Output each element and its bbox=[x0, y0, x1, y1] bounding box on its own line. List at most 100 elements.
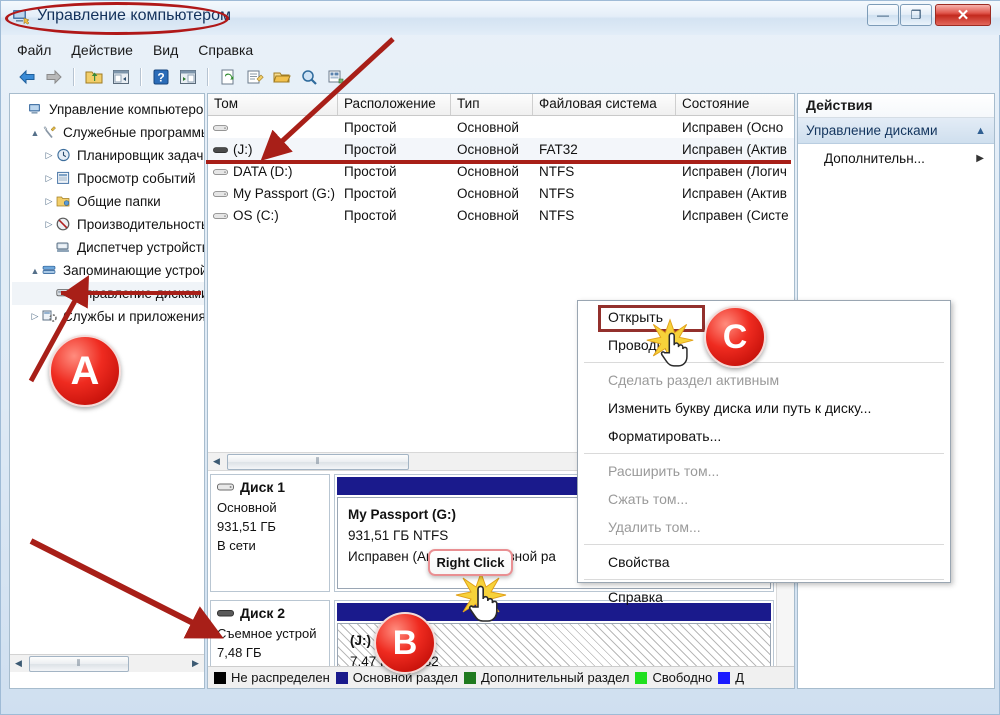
maximize-button[interactable]: ❐ bbox=[900, 4, 932, 26]
help-icon[interactable]: ? bbox=[149, 65, 173, 89]
volume-icon bbox=[213, 210, 230, 221]
show-hide-tree-icon[interactable] bbox=[109, 65, 133, 89]
actions-group-disk-management[interactable]: Управление дисками ▲ bbox=[798, 118, 994, 144]
disk-1-title: Диск 1 bbox=[240, 479, 286, 495]
volume-status-cell: Исправен (Актив bbox=[682, 141, 787, 157]
tree-item-8[interactable]: Управление дисками bbox=[12, 282, 204, 305]
ctx-shrink: Сжать том... bbox=[608, 491, 689, 507]
ctx-properties[interactable]: Свойства bbox=[578, 548, 950, 576]
tree-item-3[interactable]: ▷ Просмотр событий bbox=[12, 167, 204, 190]
window-title: Управление компьютером bbox=[37, 7, 231, 24]
expand-triangle-icon[interactable]: ▷ bbox=[42, 173, 56, 184]
computer-icon bbox=[28, 102, 46, 118]
scroll-left-icon[interactable]: ◀ bbox=[10, 655, 27, 672]
volume-name-label: My Passport (G:) bbox=[233, 185, 336, 201]
removable-disk-icon bbox=[217, 609, 234, 616]
volume-icon bbox=[213, 122, 230, 133]
close-button[interactable]: ✕ bbox=[935, 4, 991, 26]
tools-icon bbox=[42, 125, 60, 141]
right-click-callout: Right Click bbox=[428, 549, 513, 576]
up-folder-icon[interactable] bbox=[82, 65, 106, 89]
partition-legend: Не распределен Основной раздел Дополнитель… bbox=[208, 666, 794, 688]
event-viewer-icon bbox=[56, 171, 74, 187]
tree-item-2[interactable]: ▷ Планировщик задач bbox=[12, 144, 204, 167]
back-icon[interactable] bbox=[15, 65, 39, 89]
volume-column-header-0[interactable]: Том bbox=[208, 94, 338, 115]
volume-fs-cell: NTFS bbox=[539, 207, 575, 223]
tree-item-1[interactable]: ▲ Служебные программы bbox=[12, 121, 204, 144]
volume-status-cell: Исправен (Актив bbox=[682, 185, 787, 201]
volume-column-header-4[interactable]: Состояние bbox=[676, 94, 794, 115]
volume-list-header: Том Расположение Тип Файловая система Состоя… bbox=[208, 94, 794, 116]
scroll-left-icon[interactable]: ◀ bbox=[208, 453, 225, 470]
legend-label: Дополнительный раздел bbox=[480, 670, 630, 685]
tree-item-0[interactable]: Управление компьютером bbox=[12, 98, 204, 121]
expand-triangle-icon[interactable]: ▷ bbox=[42, 219, 56, 230]
legend-label: Д bbox=[735, 670, 745, 685]
ctx-help[interactable]: Справка bbox=[578, 583, 950, 611]
annotation-badge-b: B bbox=[374, 612, 436, 674]
context-menu-separator bbox=[584, 544, 944, 545]
legend-item-4: Д bbox=[718, 670, 744, 685]
volume-name-cell: DATA (D:) bbox=[208, 164, 338, 179]
volume-row-1[interactable]: (J:) Простой Основной FAT32 Исправен (Актив bbox=[208, 138, 794, 160]
minimize-button[interactable]: — bbox=[867, 4, 899, 26]
volume-scroll-thumb[interactable]: ⦀ bbox=[227, 453, 409, 470]
svg-text:?: ? bbox=[157, 71, 164, 85]
legend-swatch bbox=[335, 671, 348, 684]
tree-scroll-thumb[interactable]: ⦀ bbox=[29, 655, 129, 672]
menu-file[interactable]: Файл bbox=[17, 42, 51, 58]
tree-item-5[interactable]: ▷ Производительность bbox=[12, 213, 204, 236]
volume-column-header-1[interactable]: Расположение bbox=[338, 94, 451, 115]
expand-triangle-icon[interactable]: ▷ bbox=[28, 311, 42, 322]
open-folder-icon[interactable] bbox=[270, 65, 294, 89]
expand-triangle-icon[interactable]: ▷ bbox=[42, 196, 56, 207]
hard-disk-icon bbox=[217, 483, 234, 490]
volume-row-3[interactable]: My Passport (G:) Простой Основной NTFS Испра… bbox=[208, 182, 794, 204]
tree-item-6[interactable]: Диспетчер устройств bbox=[12, 236, 205, 259]
legend-swatch bbox=[718, 671, 731, 684]
menu-action[interactable]: Действие bbox=[71, 42, 133, 58]
tree-item-4[interactable]: ▷ Общие папки bbox=[12, 190, 204, 213]
tree-item-label: Запоминающие устройства bbox=[63, 263, 204, 278]
toolbar-separator bbox=[207, 68, 209, 86]
disk-1-info[interactable]: Диск 1 Основной 931,51 ГБ В сети bbox=[210, 474, 330, 592]
refresh-icon[interactable] bbox=[216, 65, 240, 89]
show-action-pane-icon[interactable] bbox=[176, 65, 200, 89]
tree-item-7[interactable]: ▲ Запоминающие устройства bbox=[12, 259, 204, 282]
volume-row-0[interactable]: Простой Основной Исправен (Осно bbox=[208, 116, 794, 138]
volume-row-2[interactable]: DATA (D:) Простой Основной NTFS Исправен (Ло… bbox=[208, 160, 794, 182]
volume-layout-cell: Простой bbox=[344, 163, 397, 179]
tree-item-label: Диспетчер устройств bbox=[77, 240, 205, 255]
volume-column-header-2[interactable]: Тип bbox=[451, 94, 533, 115]
disk-2-line-2: 7,48 ГБ bbox=[217, 645, 262, 660]
collapse-triangle-icon[interactable]: ▲ bbox=[28, 266, 42, 276]
maximize-icon: ❐ bbox=[910, 8, 922, 22]
volume-status-cell: Исправен (Осно bbox=[682, 119, 784, 135]
volume-row-4[interactable]: OS (C:) Простой Основной NTFS Исправен (Сист… bbox=[208, 204, 794, 226]
tree-item-label: Службы и приложения bbox=[63, 309, 205, 324]
tree-scroll-track[interactable]: ⦀ bbox=[27, 655, 187, 673]
legend-item-0: Не распределен bbox=[214, 670, 330, 685]
export-list-icon[interactable] bbox=[324, 65, 348, 89]
tree-item-9[interactable]: ▷ Службы и приложения bbox=[12, 305, 205, 328]
tree-horizontal-scrollbar[interactable]: ◀ ⦀ ▶ bbox=[10, 654, 204, 672]
volume-column-header-3[interactable]: Файловая система bbox=[533, 94, 676, 115]
actions-item-more[interactable]: Дополнительн... ▶ bbox=[798, 144, 994, 172]
context-menu-separator bbox=[584, 362, 944, 363]
minimize-icon: — bbox=[877, 8, 889, 22]
search-icon[interactable] bbox=[297, 65, 321, 89]
legend-item-3: Свободно bbox=[635, 670, 712, 685]
properties-icon[interactable] bbox=[243, 65, 267, 89]
scroll-right-icon[interactable]: ▶ bbox=[187, 655, 204, 672]
menu-view[interactable]: Вид bbox=[153, 42, 178, 58]
ctx-format[interactable]: Форматировать... bbox=[578, 422, 950, 450]
menu-help[interactable]: Справка bbox=[198, 42, 253, 58]
chevron-right-icon[interactable]: ▶ bbox=[976, 153, 984, 164]
forward-icon[interactable] bbox=[42, 65, 66, 89]
chevron-up-icon[interactable]: ▲ bbox=[975, 125, 986, 137]
collapse-triangle-icon[interactable]: ▲ bbox=[28, 128, 42, 138]
ctx-change-letter[interactable]: Изменить букву диска или путь к диску... bbox=[578, 394, 950, 422]
device-manager-icon bbox=[56, 240, 74, 256]
expand-triangle-icon[interactable]: ▷ bbox=[42, 150, 56, 161]
